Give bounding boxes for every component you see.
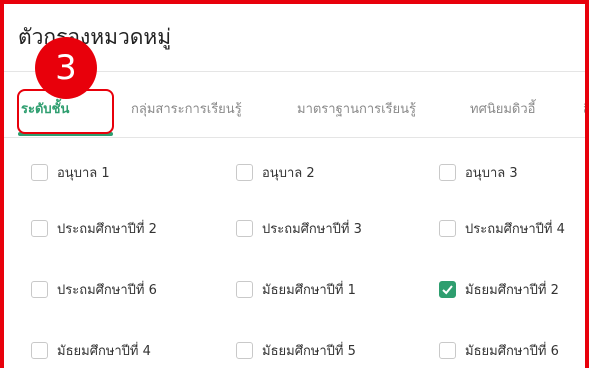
checkbox[interactable] (31, 163, 48, 181)
option-label: ประถมศึกษาปีที่ 2 (57, 221, 157, 237)
checkbox[interactable] (31, 280, 48, 298)
checkbox[interactable] (31, 219, 48, 237)
option-primary-2[interactable]: ประถมศึกษาปีที่ 2 (31, 217, 157, 239)
option-secondary-5[interactable]: มัธยมศึกษาปีที่ 5 (236, 339, 356, 361)
tab-learning-area[interactable]: กลุ่มสาระการเรียนรู้ (131, 84, 242, 136)
tabs-divider (4, 137, 585, 138)
category-filter-panel: ตัวกรองหมวดหมู่ ระดับชั้น กลุ่มสาระการเร… (0, 0, 589, 368)
option-label: มัธยมศึกษาปีที่ 2 (465, 282, 559, 298)
option-primary-4[interactable]: ประถมศึกษาปีที่ 4 (439, 217, 565, 239)
step-number-badge: 3 (35, 37, 97, 99)
option-secondary-4[interactable]: มัธยมศึกษาปีที่ 4 (31, 339, 151, 361)
option-primary-3[interactable]: ประถมศึกษาปีที่ 3 (236, 217, 362, 239)
option-primary-6[interactable]: ประถมศึกษาปีที่ 6 (31, 278, 157, 300)
option-kindergarten-2[interactable]: อนุบาล 2 (236, 161, 315, 183)
option-label: มัธยมศึกษาปีที่ 1 (262, 282, 356, 298)
option-kindergarten-1[interactable]: อนุบาล 1 (31, 161, 110, 183)
checkmark-icon (442, 284, 453, 294)
option-label: มัธยมศึกษาปีที่ 6 (465, 343, 559, 359)
option-label: ประถมศึกษาปีที่ 6 (57, 282, 157, 298)
checkbox[interactable] (236, 341, 253, 359)
option-label: อนุบาล 3 (465, 165, 518, 181)
checkbox[interactable] (236, 163, 253, 181)
option-label: ประถมศึกษาปีที่ 3 (262, 221, 362, 237)
option-label: มัธยมศึกษาปีที่ 5 (262, 343, 356, 359)
option-secondary-2[interactable]: มัธยมศึกษาปีที่ 2 (439, 278, 559, 300)
option-label: อนุบาล 2 (262, 165, 315, 181)
option-secondary-6[interactable]: มัธยมศึกษาปีที่ 6 (439, 339, 559, 361)
checkbox[interactable] (31, 341, 48, 359)
checkbox[interactable] (236, 280, 253, 298)
tab-media-truncated[interactable]: สื (583, 84, 585, 136)
option-secondary-1[interactable]: มัธยมศึกษาปีที่ 1 (236, 278, 356, 300)
option-label: ประถมศึกษาปีที่ 4 (465, 221, 565, 237)
checkbox[interactable] (236, 219, 253, 237)
checkbox[interactable] (439, 280, 456, 298)
option-kindergarten-3[interactable]: อนุบาล 3 (439, 161, 518, 183)
tab-learning-standard[interactable]: มาตราฐานการเรียนรู้ (297, 84, 416, 136)
tab-dewey-decimal[interactable]: ทศนิยมดิวอี้ (470, 84, 535, 136)
checkbox[interactable] (439, 163, 456, 181)
option-label: อนุบาล 1 (57, 165, 110, 181)
option-label: มัธยมศึกษาปีที่ 4 (57, 343, 151, 359)
checkbox[interactable] (439, 341, 456, 359)
checkbox[interactable] (439, 219, 456, 237)
